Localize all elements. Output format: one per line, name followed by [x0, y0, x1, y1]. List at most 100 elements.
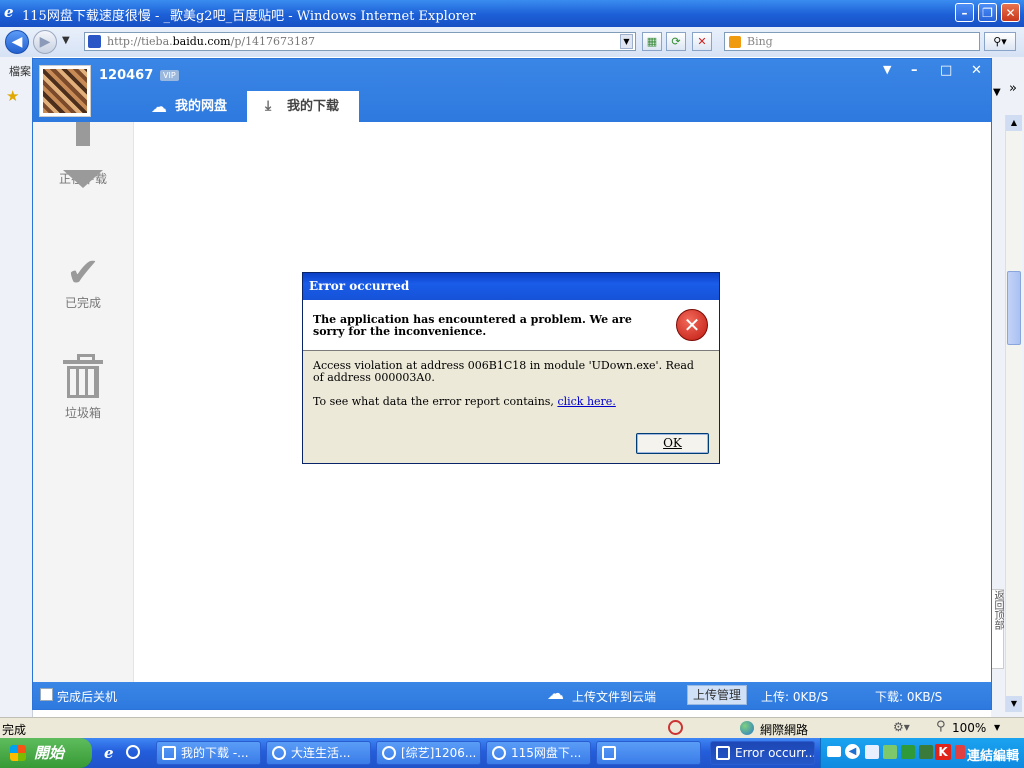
search-input[interactable]: Bing — [724, 32, 980, 51]
quicklaunch-icon[interactable] — [126, 745, 140, 759]
trash-icon — [63, 354, 103, 398]
ie-title-bar: e 115网盘下载速度很慢 - _歌美g2吧_百度贴吧 - Windows In… — [0, 0, 1024, 27]
window-title: 115网盘下载速度很慢 - _歌美g2吧_百度贴吧 - Windows Inte… — [22, 9, 476, 24]
task-115[interactable]: 115网盘下... — [486, 741, 591, 765]
address-field[interactable]: http://tieba.baidu.com/p/1417673187 ▼ — [84, 32, 636, 51]
ie-right-strip: ▼ » ▲ ▼ 返回顶部 — [991, 57, 1024, 717]
shutdown-label: 完成后关机 — [57, 690, 118, 704]
sidebar-item-label: 垃圾箱 — [64, 406, 101, 420]
down-arrow-stem — [76, 122, 90, 146]
zoom-icon[interactable]: ⚲ — [936, 719, 946, 734]
address-prefix: http://tieba. — [107, 35, 173, 48]
sidebar: 正在下载 ✔ 已完成 垃圾箱 — [33, 122, 134, 682]
error-detail: Access violation at address 006B1C18 in … — [313, 359, 694, 384]
app-close-button[interactable]: ✕ — [971, 63, 982, 78]
tab-my-netdisk[interactable]: ☁ 我的网盘 — [135, 91, 247, 122]
username: 120467 — [99, 68, 154, 83]
task-my-downloads[interactable]: 我的下载 -... — [156, 741, 261, 765]
windows-logo-icon — [10, 745, 26, 761]
menu-dropdown-icon[interactable]: ▼ — [883, 63, 891, 76]
ie-status-bar: 完成 網際網路 ⚙▾ ⚲ 100% ▼ — [0, 717, 1024, 738]
task-label: 大连生活... — [291, 746, 351, 760]
app-maximize-button[interactable]: □ — [940, 63, 952, 78]
start-label: 開始 — [34, 744, 65, 762]
chevron-down-icon[interactable]: ▼ — [993, 87, 1001, 98]
tab-my-downloads[interactable]: ⤓ 我的下载 — [247, 91, 359, 122]
tray-app-icon[interactable] — [883, 745, 897, 759]
page-favicon-icon — [88, 35, 101, 48]
scroll-up-button[interactable]: ▲ — [1006, 115, 1022, 131]
ie-logo-icon: e — [4, 3, 14, 21]
scroll-down-button[interactable]: ▼ — [1006, 696, 1022, 712]
dialog-header: The application has encountered a proble… — [303, 300, 719, 351]
back-to-top-label: 返回顶部 — [992, 590, 1003, 630]
sidebar-item-trash[interactable]: 垃圾箱 — [33, 354, 133, 421]
task-label: 我的下载 -... — [181, 746, 249, 760]
tray-app-icon[interactable] — [901, 745, 915, 759]
forward-button[interactable]: ▶ — [33, 30, 57, 54]
click-here-link[interactable]: click here. — [557, 395, 615, 408]
quicklaunch-ie-icon[interactable]: e — [104, 744, 114, 762]
upload-to-cloud-label[interactable]: 上传文件到云端 — [572, 688, 656, 705]
upload-manage-label: 上传管理 — [692, 688, 741, 702]
close-button[interactable]: ✕ — [1001, 3, 1020, 22]
zoom-dropdown-icon[interactable]: ▼ — [994, 723, 1000, 732]
zoom-level[interactable]: 100% — [952, 721, 986, 735]
cloud-upload-icon: ☁ — [547, 684, 564, 704]
tab-label: 我的下载 — [287, 99, 340, 114]
avatar[interactable] — [39, 65, 91, 117]
tray-app-icon[interactable] — [865, 745, 879, 759]
search-button[interactable]: ⚲▾ — [984, 32, 1016, 51]
protected-mode-icon[interactable]: ⚙▾ — [893, 720, 910, 734]
ok-label: OK — [663, 436, 682, 450]
scroll-thumb[interactable] — [1007, 271, 1021, 345]
system-tray: ◀ K 連結編輯 — [820, 738, 1024, 768]
start-button[interactable]: 開始 — [0, 738, 92, 768]
more-chevron-icon[interactable]: » — [1009, 81, 1017, 96]
keyboard-icon[interactable] — [827, 746, 841, 757]
task-dalian[interactable]: 大连生活... — [266, 741, 371, 765]
address-dropdown-icon[interactable]: ▼ — [620, 34, 633, 49]
ie-icon — [272, 746, 286, 760]
app-minimize-button[interactable]: – — [911, 63, 918, 78]
status-text: 完成 — [2, 723, 27, 737]
stop-button[interactable]: ✕ — [692, 32, 712, 51]
page-scrollbar[interactable]: ▲ ▼ — [1005, 115, 1022, 712]
app-header: 120467 VIP ☁ 我的网盘 ⤓ 我的下载 ▼ – □ ✕ — [33, 59, 991, 122]
antivirus-icon[interactable]: K — [935, 744, 951, 760]
restore-button[interactable]: ❐ — [978, 3, 997, 22]
ok-button[interactable]: OK — [636, 433, 709, 454]
favorites-star-icon[interactable]: ★ — [6, 87, 19, 105]
search-placeholder: Bing — [747, 35, 773, 48]
task-variety[interactable]: [综艺]1206... — [376, 741, 481, 765]
dialog-body: Access violation at address 006B1C18 in … — [313, 360, 703, 408]
tray-arrow-icon[interactable]: ◀ — [845, 744, 860, 759]
window-icon — [716, 746, 730, 760]
upload-manage-button[interactable]: 上传管理 — [687, 685, 747, 705]
minimize-button[interactable]: – — [955, 3, 974, 22]
tray-app-icon[interactable] — [919, 745, 933, 759]
task-blank[interactable] — [596, 741, 701, 765]
download-icon: ⤓ — [265, 98, 272, 114]
back-button[interactable]: ◀ — [5, 30, 29, 54]
shutdown-checkbox[interactable] — [40, 688, 53, 701]
tray-app-icon[interactable] — [955, 745, 965, 759]
sidebar-item-downloading[interactable]: 正在下载 — [33, 122, 133, 188]
chevron-down-icon[interactable]: ▼ — [62, 35, 70, 46]
sidebar-item-completed[interactable]: ✔ 已完成 — [33, 252, 133, 311]
tray-text: 連結編輯 — [967, 749, 1020, 764]
globe-icon — [740, 721, 754, 735]
task-error-occurred[interactable]: Error occurr... — [710, 741, 815, 765]
sidebar-item-label: 已完成 — [64, 296, 101, 310]
task-label: 115网盘下... — [511, 746, 582, 760]
menu-fragment[interactable]: 檔案 — [9, 63, 31, 79]
compat-view-button[interactable]: ▦ — [642, 32, 662, 51]
address-domain: baidu.com — [172, 35, 231, 48]
address-toolbar: ◀ ▶ ▼ http://tieba.baidu.com/p/141767318… — [0, 27, 1024, 57]
back-to-top-tab[interactable]: 返回顶部 — [991, 589, 1004, 669]
upload-speed: 上传: 0KB/S — [761, 690, 829, 704]
error-dialog: Error occurred The application has encou… — [302, 272, 720, 464]
report-line: To see what data the error report contai… — [313, 396, 703, 408]
refresh-button[interactable]: ⟳ — [666, 32, 686, 51]
popup-blocked-icon[interactable] — [668, 720, 683, 735]
